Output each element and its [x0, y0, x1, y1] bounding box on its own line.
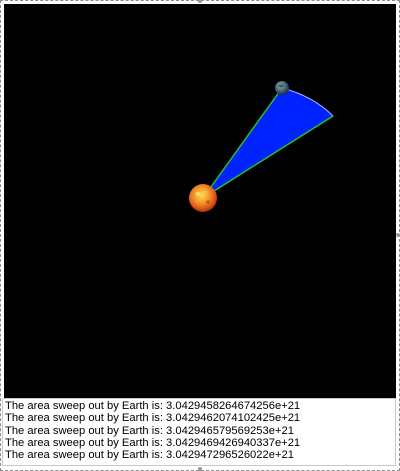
- swept-area-sector: [203, 88, 333, 198]
- console-line: The area sweep out by Earth is: 3.042946…: [5, 424, 294, 437]
- simulation-canvas[interactable]: [4, 4, 396, 398]
- console-line: The area sweep out by Earth is: 3.042946…: [5, 436, 301, 449]
- sun-icon: [189, 184, 217, 212]
- resize-handle-right[interactable]: [396, 233, 400, 237]
- console-line: The area sweep out by Earth is: 3.042947…: [5, 449, 294, 462]
- console-line: The area sweep out by Earth is: 3.042946…: [5, 412, 301, 425]
- orbit-svg: [189, 81, 334, 212]
- console-line: The area sweep out by Earth is: 3.042945…: [5, 400, 301, 412]
- output-console: The area sweep out by Earth is: 3.042945…: [2, 398, 396, 466]
- resize-handle-bottom[interactable]: [198, 467, 202, 471]
- earth-icon: [275, 81, 289, 95]
